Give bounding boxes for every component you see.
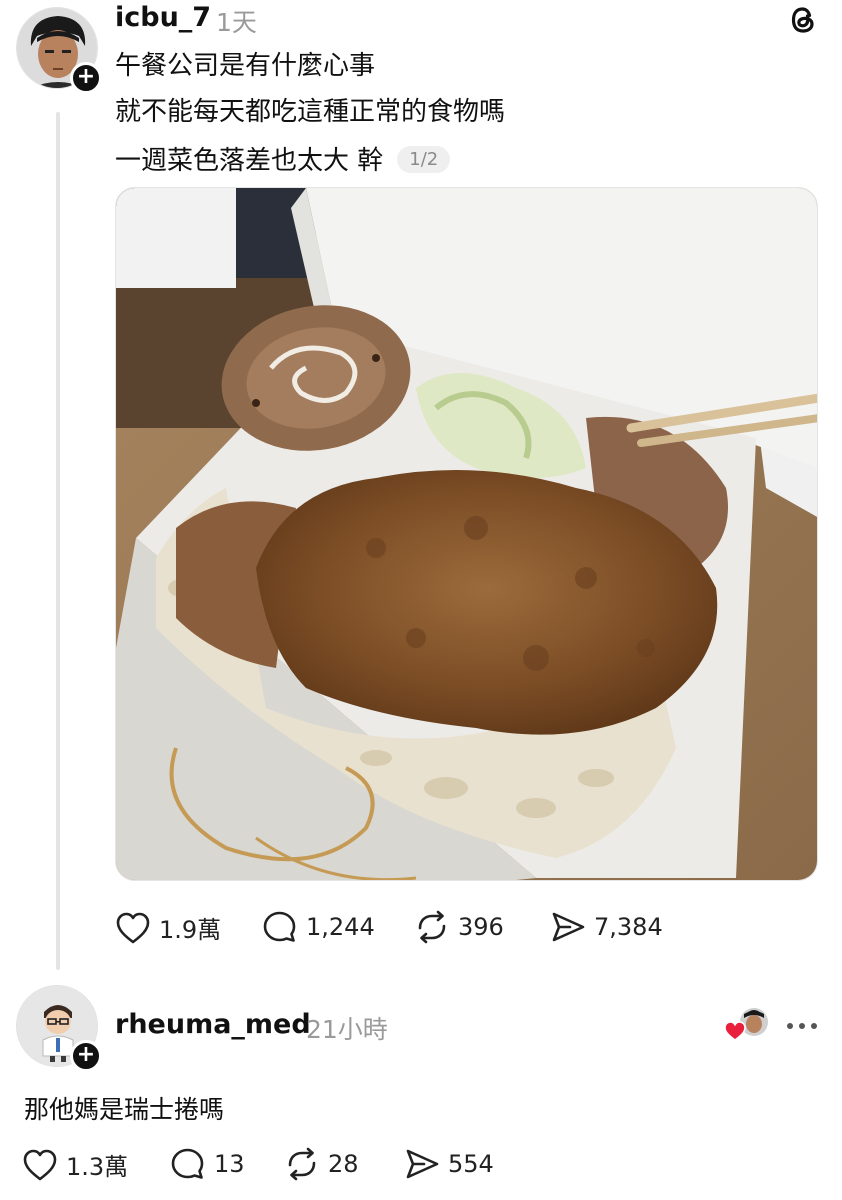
post-photo[interactable] — [115, 187, 818, 881]
reply-button[interactable]: 13 — [170, 1147, 245, 1181]
reply-text: 那他媽是瑞士捲嗎 — [24, 1095, 225, 1124]
post-username[interactable]: icbu_7 — [115, 2, 211, 33]
share-button[interactable]: 7,384 — [550, 910, 663, 944]
share-count: 7,384 — [594, 913, 663, 941]
reply-count: 1,244 — [306, 913, 375, 941]
comment-bubble-icon — [171, 1148, 204, 1179]
like-count: 1.9萬 — [159, 916, 222, 944]
like-count: 1.3萬 — [66, 1153, 129, 1181]
send-icon — [552, 912, 585, 942]
post-timestamp: 1天 — [216, 8, 257, 37]
more-options-icon[interactable] — [786, 1008, 818, 1038]
post-text-line-2: 就不能每天都吃這種正常的食物嗎 — [115, 97, 506, 127]
repost-button[interactable]: 28 — [284, 1147, 359, 1181]
share-button[interactable]: 554 — [404, 1147, 494, 1181]
post-text-line-3: 一週菜色落差也太大 幹 1/2 — [115, 140, 451, 177]
reply-timestamp: 21小時 — [306, 1015, 388, 1044]
repost-button[interactable]: 396 — [414, 910, 504, 944]
heart-icon — [23, 1149, 57, 1180]
like-button[interactable]: 1.9萬 — [115, 910, 221, 945]
repost-count: 396 — [458, 913, 504, 941]
follow-plus-icon[interactable]: + — [70, 62, 102, 94]
share-count: 554 — [448, 1150, 494, 1178]
thread-connector-line — [56, 112, 60, 970]
send-icon — [406, 1149, 439, 1179]
follow-plus-icon[interactable]: + — [70, 1040, 102, 1072]
threads-logo-icon[interactable] — [786, 3, 820, 37]
post-text-line-1: 午餐公司是有什麼心事 — [115, 51, 376, 81]
reply-button[interactable]: 1,244 — [262, 910, 375, 944]
comment-bubble-icon — [263, 911, 296, 942]
lunch-box-photo — [116, 188, 817, 880]
heart-icon — [116, 912, 150, 943]
reply-username[interactable]: rheuma_med — [115, 1009, 311, 1040]
repost-count: 28 — [328, 1150, 359, 1178]
repost-arrows-icon — [288, 1147, 316, 1181]
heart-icon — [724, 1021, 746, 1041]
repost-arrows-icon — [418, 910, 446, 944]
like-button[interactable]: 1.3萬 — [22, 1147, 128, 1182]
reply-count: 13 — [214, 1150, 245, 1178]
page-indicator: 1/2 — [397, 146, 451, 173]
post-text-line-3-content: 一週菜色落差也太大 幹 — [115, 146, 384, 176]
